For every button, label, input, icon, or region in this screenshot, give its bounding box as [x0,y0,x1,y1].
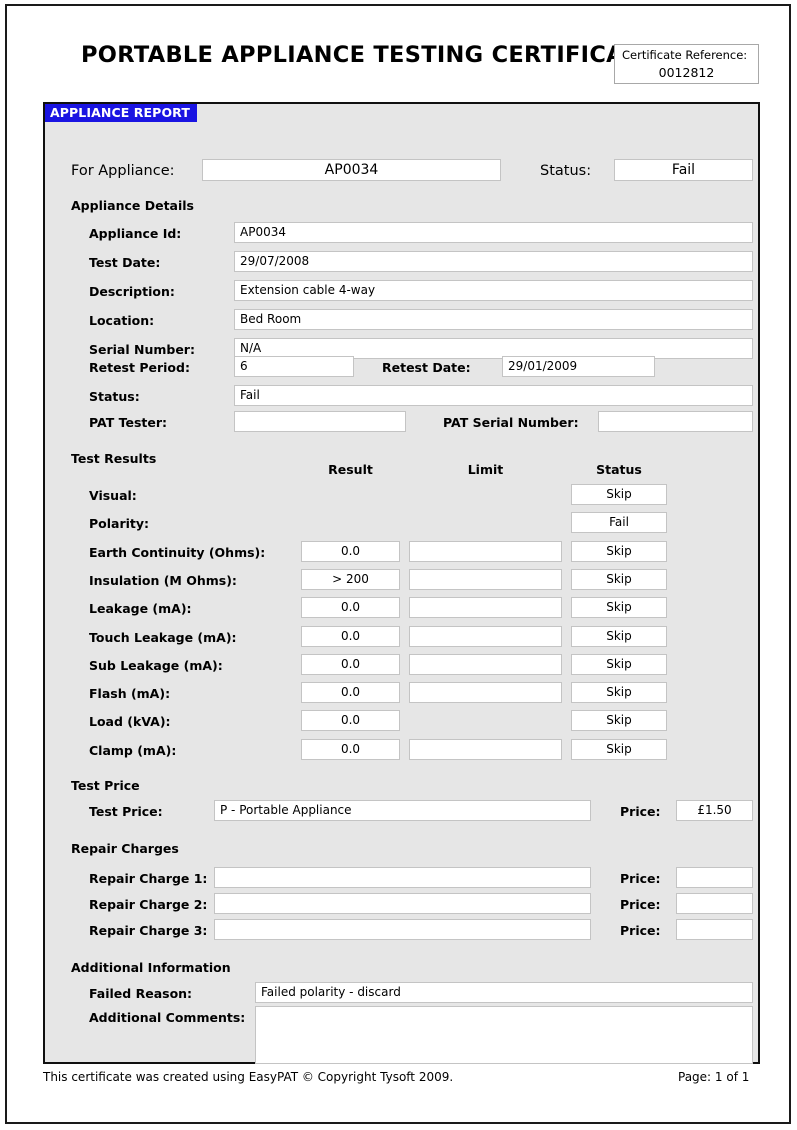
test-row-limit[interactable] [409,569,562,590]
test-row-limit[interactable] [409,682,562,703]
test-row-limit[interactable] [409,541,562,562]
certificate-reference-box: Certificate Reference: 0012812 [614,44,759,84]
test-row-label: Load (kVA): [89,714,171,729]
repair-charges-heading: Repair Charges [71,841,179,856]
test-row-label: Sub Leakage (mA): [89,658,223,673]
panel-body: For Appliance: AP0034 Status: Fail Appli… [45,122,758,1064]
test-row-label: Visual: [89,488,137,503]
test-row-status[interactable]: Skip [571,682,667,703]
test-row-status[interactable]: Skip [571,569,667,590]
repair-charge-value[interactable] [214,919,591,940]
detail-row-value[interactable]: AP0034 [234,222,753,243]
test-row-result[interactable]: 0.0 [301,626,400,647]
pat-tester-value[interactable] [234,411,406,432]
test-row-status[interactable]: Skip [571,710,667,731]
test-row-status[interactable]: Skip [571,484,667,505]
additional-comments-value[interactable] [255,1006,753,1064]
test-row-label: Leakage (mA): [89,601,192,616]
test-row-status[interactable]: Skip [571,541,667,562]
test-row-result[interactable]: 0.0 [301,710,400,731]
test-row-status[interactable]: Fail [571,512,667,533]
detail-row-value[interactable]: 29/07/2008 [234,251,753,272]
test-row-result[interactable]: > 200 [301,569,400,590]
repair-charge-price-value[interactable] [676,867,753,888]
test-row-status[interactable]: Skip [571,654,667,675]
test-row-status[interactable]: Skip [571,626,667,647]
failed-reason-value[interactable]: Failed polarity - discard [255,982,753,1003]
footer-page-number: Page: 1 of 1 [678,1070,750,1084]
repair-charge-price-label: Price: [620,871,661,886]
repair-charge-price-label: Price: [620,923,661,938]
retest-date-value[interactable]: 29/01/2009 [502,356,655,377]
column-header-result: Result [328,462,373,477]
additional-information-heading: Additional Information [71,960,231,975]
for-appliance-label: For Appliance: [71,163,175,179]
test-row-limit[interactable] [409,597,562,618]
panel-titlebar: APPLIANCE REPORT [45,104,758,122]
column-header-limit: Limit [467,462,504,477]
pat-tester-label: PAT Tester: [89,415,167,430]
detail-row-value[interactable]: Bed Room [234,309,753,330]
repair-charge-value[interactable] [214,867,591,888]
detail-row-label: Description: [89,284,175,299]
footer-copyright: This certificate was created using EasyP… [43,1070,454,1084]
test-row-status[interactable]: Skip [571,597,667,618]
test-price-heading: Test Price [71,778,140,793]
retest-period-label: Retest Period: [89,360,190,375]
pat-serial-label: PAT Serial Number: [443,415,579,430]
test-price-price-label: Price: [620,804,661,819]
details-status-label: Status: [89,389,140,404]
appliance-details-heading: Appliance Details [71,198,194,213]
test-results-heading: Test Results [71,451,157,466]
appliance-report-panel: APPLIANCE REPORT For Appliance: AP0034 S… [43,102,760,1064]
test-row-label: Polarity: [89,516,150,531]
repair-charge-price-value[interactable] [676,893,753,914]
panel-title-tab: APPLIANCE REPORT [45,104,197,122]
detail-row-label: Test Date: [89,255,161,270]
retest-period-value[interactable]: 6 [234,356,354,377]
test-row-result[interactable]: 0.0 [301,682,400,703]
test-row-limit[interactable] [409,626,562,647]
certificate-reference-label: Certificate Reference: [622,48,748,62]
pat-serial-value[interactable] [598,411,753,432]
detail-row-label: Serial Number: [89,342,195,357]
certificate-reference-value: 0012812 [658,65,715,80]
repair-charge-price-label: Price: [620,897,661,912]
test-price-price-value[interactable]: £1.50 [676,800,753,821]
certificate-page: PORTABLE APPLIANCE TESTING CERTIFICATE C… [5,4,791,1124]
repair-charge-label: Repair Charge 2: [89,897,208,912]
test-row-limit[interactable] [409,654,562,675]
detail-row-label: Appliance Id: [89,226,182,241]
detail-row-label: Location: [89,313,155,328]
test-row-result[interactable]: 0.0 [301,541,400,562]
test-price-label: Test Price: [89,804,163,819]
retest-date-label: Retest Date: [382,360,471,375]
repair-charge-value[interactable] [214,893,591,914]
page-header: PORTABLE APPLIANCE TESTING CERTIFICATE C… [7,6,789,98]
failed-reason-label: Failed Reason: [89,986,193,1001]
additional-comments-label: Additional Comments: [89,1010,246,1025]
for-appliance-value[interactable]: AP0034 [202,159,501,181]
summary-status-value[interactable]: Fail [614,159,753,181]
detail-row-value[interactable]: Extension cable 4-way [234,280,753,301]
test-row-result[interactable]: 0.0 [301,654,400,675]
test-row-result[interactable]: 0.0 [301,597,400,618]
repair-charge-label: Repair Charge 1: [89,871,208,886]
details-status-value[interactable]: Fail [234,385,753,406]
test-row-label: Insulation (M Ohms): [89,573,237,588]
test-row-result[interactable]: 0.0 [301,739,400,760]
test-row-limit[interactable] [409,739,562,760]
column-header-status: Status [596,462,642,477]
repair-charge-price-value[interactable] [676,919,753,940]
repair-charge-label: Repair Charge 3: [89,923,208,938]
summary-status-label: Status: [540,163,592,179]
test-row-label: Touch Leakage (mA): [89,630,237,645]
page-title: PORTABLE APPLIANCE TESTING CERTIFICATE [81,42,654,68]
test-row-label: Clamp (mA): [89,743,177,758]
test-row-label: Earth Continuity (Ohms): [89,545,266,560]
test-row-status[interactable]: Skip [571,739,667,760]
test-price-value[interactable]: P - Portable Appliance [214,800,591,821]
test-row-label: Flash (mA): [89,686,171,701]
